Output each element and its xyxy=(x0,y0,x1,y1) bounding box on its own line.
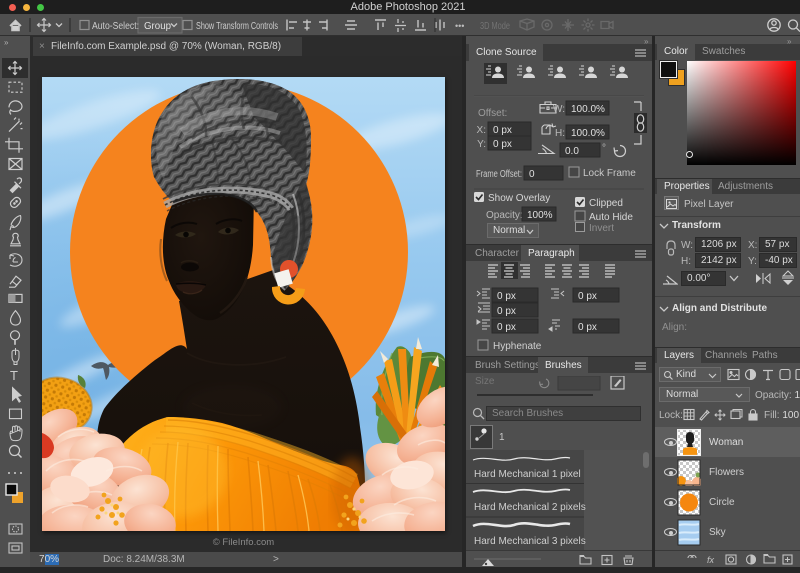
svg-text:Auto Hide: Auto Hide xyxy=(589,212,633,223)
svg-text:Y:: Y: xyxy=(477,139,486,150)
svg-text:Clipped: Clipped xyxy=(589,198,623,209)
svg-text:0.0: 0.0 xyxy=(565,146,579,157)
svg-text:0: 0 xyxy=(529,169,535,180)
svg-text:H:: H: xyxy=(555,128,565,139)
svg-text:Auto-Select:: Auto-Select: xyxy=(92,21,139,32)
svg-text:Show Transform Controls: Show Transform Controls xyxy=(196,21,278,32)
svg-text:0 px: 0 px xyxy=(497,291,516,302)
svg-text:0 px: 0 px xyxy=(493,125,512,136)
svg-text:100.0%: 100.0% xyxy=(571,128,605,139)
svg-text:»: » xyxy=(4,38,9,47)
svg-text:fx: fx xyxy=(707,555,715,565)
svg-text:Frame Offset:: Frame Offset: xyxy=(476,169,522,180)
svg-text:100.0%: 100.0% xyxy=(571,104,605,115)
svg-text:Hyphenate: Hyphenate xyxy=(493,341,542,352)
svg-text:W:: W: xyxy=(553,104,565,115)
svg-text:0 px: 0 px xyxy=(497,306,516,317)
svg-text:0 px: 0 px xyxy=(497,322,516,333)
svg-text:0 px: 0 px xyxy=(578,291,597,302)
svg-text:°: ° xyxy=(602,143,606,154)
svg-text:Show Overlay: Show Overlay xyxy=(488,193,550,204)
svg-text:Offset:: Offset: xyxy=(478,108,507,119)
svg-text:100%: 100% xyxy=(527,210,553,221)
svg-text:•••: ••• xyxy=(455,21,464,31)
svg-text:Lock Frame: Lock Frame xyxy=(583,168,636,179)
svg-text:Opacity:: Opacity: xyxy=(486,210,523,221)
svg-text:3D Mode: 3D Mode xyxy=(480,21,510,32)
svg-text:0 px: 0 px xyxy=(578,322,597,333)
svg-text:X:: X: xyxy=(477,125,486,136)
svg-text:Group: Group xyxy=(144,21,171,32)
svg-text:0 px: 0 px xyxy=(493,139,512,150)
svg-text:T: T xyxy=(10,368,18,383)
